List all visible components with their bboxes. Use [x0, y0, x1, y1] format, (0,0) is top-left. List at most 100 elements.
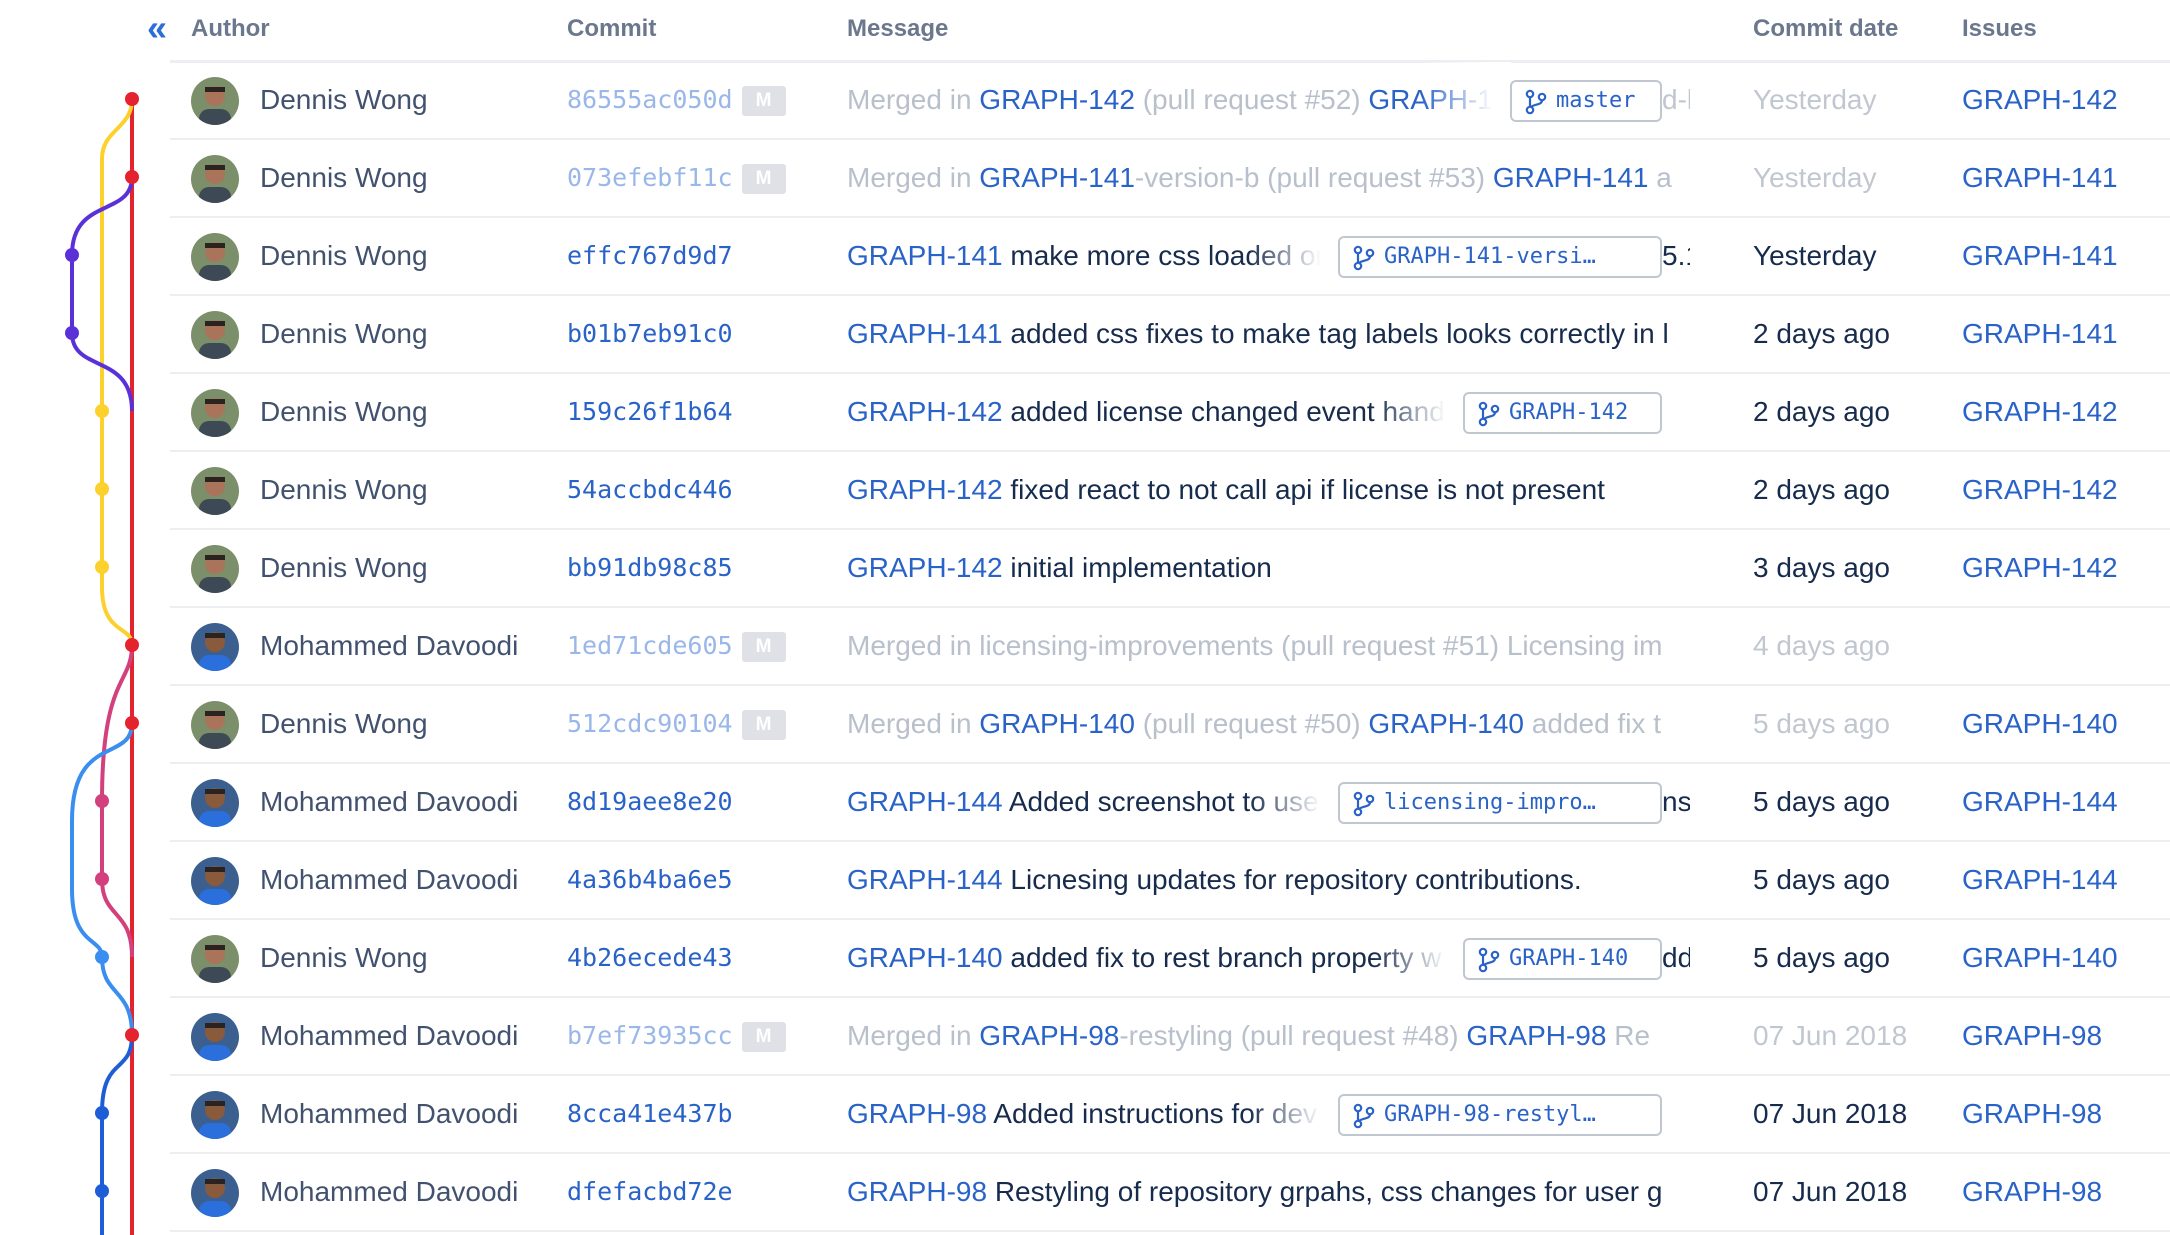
commit-node[interactable] — [125, 92, 139, 106]
issue-key-link[interactable]: GRAPH-98 — [1466, 1020, 1606, 1051]
commit-message[interactable]: Merged in GRAPH-140 (pull request #50) G… — [847, 686, 1847, 762]
commit-message[interactable]: Merged in licensing-improvements (pull r… — [847, 608, 1847, 684]
commit-node[interactable] — [95, 404, 109, 418]
issue-key-link[interactable]: GRAPH-98 — [847, 1098, 987, 1129]
issue-link[interactable]: GRAPH-142 — [1962, 62, 2162, 138]
commit-message[interactable]: GRAPH-142 added license changed event ha… — [847, 374, 1464, 450]
commit-hash-link[interactable]: dfefacbd72e — [567, 1154, 837, 1230]
commit-node[interactable] — [125, 1028, 139, 1042]
commit-node[interactable] — [65, 326, 79, 340]
commit-row[interactable]: Dennis Wong b01b7eb91c0 GRAPH-141 added cs… — [170, 296, 2170, 374]
column-header-commit-date[interactable]: Commit date — [1753, 13, 1898, 45]
commit-message[interactable]: Merged in GRAPH-142 (pull request #52) G… — [847, 62, 1511, 138]
commit-node[interactable] — [95, 1184, 109, 1198]
commit-hash-link[interactable]: 4a36b4ba6e5 — [567, 842, 837, 918]
collapse-graph-button[interactable]: « — [140, 10, 174, 46]
issue-key-link[interactable]: GRAPH-141 — [979, 162, 1135, 193]
commit-row[interactable]: Dennis Wong effc767d9d7 GRAPH-141 make mor… — [170, 218, 2170, 296]
issue-link[interactable]: GRAPH-144 — [1962, 842, 2162, 918]
commit-node[interactable] — [95, 482, 109, 496]
commit-hash-link[interactable]: 512cdc90104 M — [567, 686, 837, 762]
issue-key-link[interactable]: GRAPH-140 — [979, 708, 1135, 739]
commit-node[interactable] — [65, 248, 79, 262]
issue-key-link[interactable]: GRAPH-142 — [847, 396, 1003, 427]
commit-node[interactable] — [95, 794, 109, 808]
issue-key-link[interactable]: GRAPH-140 — [1368, 708, 1524, 739]
issue-key-link[interactable]: GRAPH-142 — [847, 474, 1003, 505]
issue-link[interactable]: GRAPH-141 — [1962, 218, 2162, 294]
branch-tag[interactable]: GRAPH-142 — [1463, 392, 1662, 434]
column-header-commit[interactable]: Commit — [567, 13, 656, 45]
commit-hash-link[interactable]: 4b26ecede43 — [567, 920, 837, 996]
commit-row[interactable]: Mohammed Davoodi 8cca41e437b GRAPH-98 Adde… — [170, 1076, 2170, 1154]
commit-hash-link[interactable]: 86555ac050d M — [567, 62, 837, 138]
commit-node[interactable] — [95, 560, 109, 574]
commit-message[interactable]: GRAPH-98 Added instructions for dev — [847, 1076, 1339, 1152]
commit-message[interactable]: GRAPH-144 Licnesing updates for reposito… — [847, 842, 1847, 918]
commit-row[interactable]: Dennis Wong bb91db98c85 GRAPH-142 initial … — [170, 530, 2170, 608]
commit-hash-link[interactable]: 073efebf11c M — [567, 140, 837, 216]
commit-row[interactable]: Dennis Wong 4b26ecede43 GRAPH-140 added fi… — [170, 920, 2170, 998]
commit-row[interactable]: Dennis Wong 54accbdc446 GRAPH-142 fixed re… — [170, 452, 2170, 530]
commit-row[interactable]: Mohammed Davoodi 1ed71cde605 M Merged in li… — [170, 608, 2170, 686]
commit-hash-link[interactable]: b7ef73935cc M — [567, 998, 837, 1074]
issue-link[interactable]: GRAPH-142 — [1962, 452, 2162, 528]
commit-message[interactable]: GRAPH-98 Restyling of repository grpahs,… — [847, 1154, 1847, 1230]
commit-row[interactable]: Dennis Wong 86555ac050d M Merged in GRAPH-1… — [170, 62, 2170, 140]
issue-key-link[interactable]: GRAPH-141 — [847, 318, 1003, 349]
commit-row[interactable]: Mohammed Davoodi 8d19aee8e20 GRAPH-144 Add… — [170, 764, 2170, 842]
commit-node[interactable] — [125, 716, 139, 730]
commit-node[interactable] — [95, 872, 109, 886]
issue-key-link[interactable]: GRAPH-142 — [847, 552, 1003, 583]
column-header-message[interactable]: Message — [847, 13, 948, 45]
branch-tag[interactable]: GRAPH-141-versi… — [1338, 236, 1662, 278]
commit-message[interactable]: GRAPH-141 make more css loaded on — [847, 218, 1339, 294]
issue-key-link[interactable]: GRAPH-142 — [979, 84, 1135, 115]
commit-row[interactable]: Mohammed Davoodi b7ef73935cc M Merged in GR… — [170, 998, 2170, 1076]
commit-node[interactable] — [125, 170, 139, 184]
commit-message[interactable]: Merged in GRAPH-98-restyling (pull reque… — [847, 998, 1847, 1074]
issue-key-link[interactable]: GRAPH-140 — [847, 942, 1003, 973]
commit-hash-link[interactable]: 8cca41e437b — [567, 1076, 837, 1152]
issue-link[interactable]: GRAPH-98 — [1962, 1076, 2162, 1152]
column-header-issues[interactable]: Issues — [1962, 13, 2037, 45]
commit-row[interactable]: Mohammed Davoodi 4a36b4ba6e5 GRAPH-144 Lic… — [170, 842, 2170, 920]
branch-tag[interactable]: GRAPH-98-restyl… — [1338, 1094, 1662, 1136]
commit-hash-link[interactable]: 8d19aee8e20 — [567, 764, 837, 840]
issue-key-link[interactable]: GRAPH-141 — [847, 240, 1003, 271]
commit-node[interactable] — [95, 1106, 109, 1120]
commit-message[interactable]: GRAPH-141 added css fixes to make tag la… — [847, 296, 1847, 372]
commit-hash-link[interactable]: 1ed71cde605 M — [567, 608, 837, 684]
commit-message[interactable]: GRAPH-142 fixed react to not call api if… — [847, 452, 1847, 528]
commit-node[interactable] — [95, 950, 109, 964]
commit-hash-link[interactable]: bb91db98c85 — [567, 530, 837, 606]
commit-hash-link[interactable]: effc767d9d7 — [567, 218, 837, 294]
issue-key-link[interactable]: GRAPH-98 — [979, 1020, 1119, 1051]
branch-tag[interactable]: GRAPH-140 — [1463, 938, 1662, 980]
issue-link[interactable] — [1962, 608, 2162, 684]
issue-link[interactable]: GRAPH-142 — [1962, 530, 2162, 606]
issue-link[interactable]: GRAPH-140 — [1962, 920, 2162, 996]
issue-link[interactable]: GRAPH-144 — [1962, 764, 2162, 840]
issue-link[interactable]: GRAPH-98 — [1962, 1154, 2162, 1230]
column-header-author[interactable]: Author — [191, 13, 270, 45]
commit-message[interactable]: Merged in GRAPH-141-version-b (pull requ… — [847, 140, 1847, 216]
issue-link[interactable]: GRAPH-141 — [1962, 140, 2162, 216]
commit-message[interactable]: GRAPH-140 added fix to rest branch prope… — [847, 920, 1464, 996]
commit-message[interactable]: GRAPH-144 Added screenshot to use — [847, 764, 1339, 840]
issue-key-link[interactable]: GRAPH-144 — [847, 786, 1003, 817]
commit-row[interactable]: Dennis Wong 159c26f1b64 GRAPH-142 added li… — [170, 374, 2170, 452]
issue-key-link[interactable]: GRAPH-144 — [847, 864, 1003, 895]
issue-link[interactable]: GRAPH-142 — [1962, 374, 2162, 450]
commit-hash-link[interactable]: 159c26f1b64 — [567, 374, 837, 450]
commit-row[interactable]: Dennis Wong 073efebf11c M Merged in GRAPH-1… — [170, 140, 2170, 218]
commit-node[interactable] — [125, 638, 139, 652]
branch-tag[interactable]: licensing-impro… — [1338, 782, 1662, 824]
commit-row[interactable]: Dennis Wong 512cdc90104 M Merged in GRAPH-1… — [170, 686, 2170, 764]
issue-link[interactable]: GRAPH-141 — [1962, 296, 2162, 372]
issue-link[interactable]: GRAPH-98 — [1962, 998, 2162, 1074]
commit-message[interactable]: GRAPH-142 initial implementation — [847, 530, 1847, 606]
issue-link[interactable]: GRAPH-140 — [1962, 686, 2162, 762]
commit-hash-link[interactable]: 54accbdc446 — [567, 452, 837, 528]
branch-tag[interactable]: master — [1510, 80, 1662, 122]
